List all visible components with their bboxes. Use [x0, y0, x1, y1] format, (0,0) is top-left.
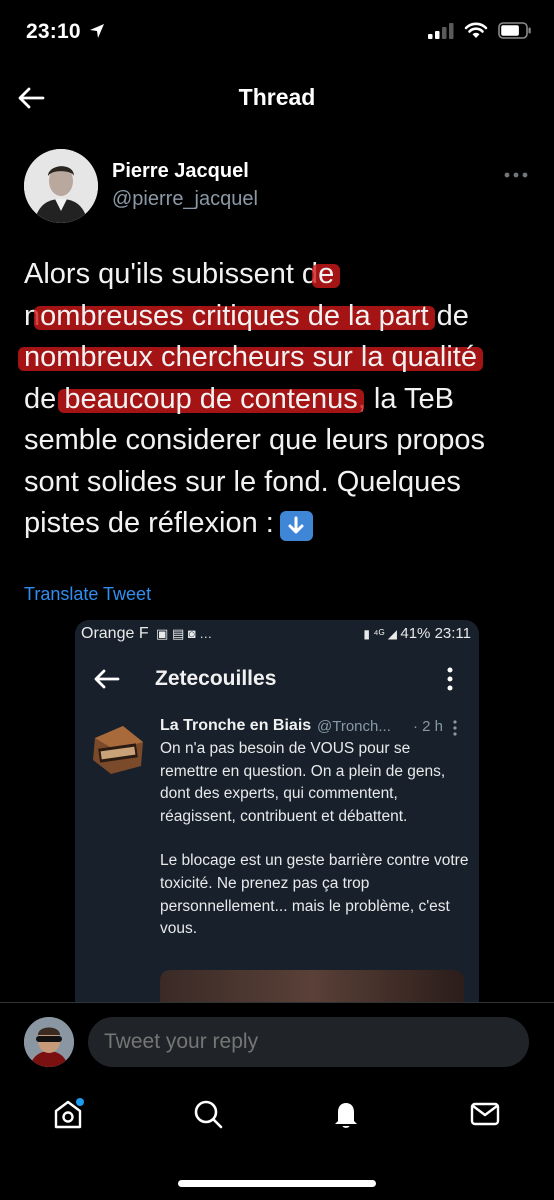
user-avatar[interactable]: [24, 1017, 74, 1067]
translate-tweet-link[interactable]: Translate Tweet: [24, 584, 151, 605]
wifi-icon: [464, 22, 488, 38]
search-icon: [194, 1100, 223, 1129]
tweet-line: pistes de réflexion :: [24, 503, 534, 545]
status-time: 23:10: [26, 20, 105, 44]
embed-title: Zetecouilles: [155, 667, 277, 690]
reply-bar: [0, 1002, 554, 1081]
tweet-line-text: semble considerer que leurs propos: [24, 424, 486, 456]
embed-author-handle: @Tronch...: [317, 718, 391, 735]
embed-status-right: ▮ ⁴ᴳ ◢ 41% 23:11: [363, 625, 471, 642]
reply-input[interactable]: [88, 1017, 529, 1067]
highlighted-text: beaucoup de contenus: [58, 382, 364, 415]
highlighted-text-content: beaucoup de contenus: [64, 382, 358, 415]
status-time-text: 23:10: [26, 20, 81, 43]
tweet-line-text: Alors qu'ils subissent d: [24, 258, 319, 290]
tweet-line-text: sont solides sur le fond. Quelques: [24, 465, 461, 498]
home-icon: [54, 1098, 84, 1129]
tab-search[interactable]: [188, 1094, 228, 1134]
tweet-line: semble considerer que leurs propos: [24, 420, 534, 462]
embed-paragraph-1: On n'a pas besoin de VOUS pour se remett…: [160, 740, 446, 825]
tweet-line-text: , la TeB: [357, 382, 455, 415]
author-avatar[interactable]: [24, 149, 98, 223]
highlighted-text-content: ombreuses critiques de la part: [40, 299, 429, 332]
tweet-line: n ombreuses critiques de la part de: [24, 296, 534, 338]
embed-carrier-text: Orange F: [81, 625, 149, 642]
embed-signal-icon: ▮ ⁴ᴳ ◢: [363, 627, 401, 641]
notifications-icon: [335, 1103, 357, 1128]
author-handle[interactable]: @pierre_jacquel: [112, 188, 258, 211]
highlighted-text: ombreuses critiques de la part: [34, 299, 435, 332]
embed-notification-icons: ▣ ▤ ◙ …: [156, 626, 213, 641]
bottom-tab-bar: [0, 1082, 554, 1152]
tweet-line-text: pistes de réflexion :: [24, 507, 274, 539]
page-title: Thread: [238, 84, 316, 110]
tab-notifications[interactable]: [326, 1094, 366, 1134]
tweet-line: nombreux chercheurs sur la qualité: [18, 337, 534, 379]
tweet-line-text: de: [428, 299, 469, 332]
tab-home[interactable]: [48, 1094, 88, 1134]
embed-tweet-time: · 2 h: [413, 718, 444, 735]
location-arrow-icon: [89, 24, 104, 38]
tab-messages[interactable]: [465, 1094, 505, 1134]
messages-icon: [470, 1102, 500, 1126]
embed-more-icon: [453, 720, 457, 736]
embed-back-arrow-icon: [94, 669, 120, 689]
embed-status-bar: Orange F ▣ ▤ ◙ … ▮ ⁴ᴳ ◢ 41% 23:11: [81, 625, 471, 647]
more-dots-icon: [504, 172, 528, 178]
highlighted-text-content: e: [318, 258, 335, 290]
embed-kebab-icon: [447, 667, 453, 691]
embed-author-logo-icon: [93, 726, 143, 774]
embed-paragraph-2: Le blocage est un geste barrière contre …: [160, 852, 469, 938]
embed-status-left: Orange F ▣ ▤ ◙ …: [81, 625, 212, 643]
tweet-line: de beaucoup de contenus, la TeB: [24, 379, 534, 421]
battery-icon: [498, 22, 531, 39]
author-name[interactable]: Pierre Jacquel: [112, 160, 249, 183]
home-indicator: [178, 1180, 376, 1187]
tweet-media-screenshot[interactable]: Orange F ▣ ▤ ◙ … ▮ ⁴ᴳ ◢ 41% 23:11 Zeteco…: [75, 620, 479, 1020]
embed-author-name: La Tronche en Biais: [160, 717, 312, 734]
tweet-line: Alors qu'ils subissent de: [24, 254, 534, 296]
embed-tweet-body: On n'a pas besoin de VOUS pour se remett…: [160, 738, 470, 963]
tweet-text: Alors qu'ils subissent d e n ombreuses crit…: [18, 254, 534, 545]
down-arrow-emoji: [279, 511, 313, 541]
user-photo-icon: [24, 1017, 74, 1067]
highlighted-text: nombreux chercheurs sur la qualité: [18, 341, 483, 373]
cellular-signal-icon: [428, 22, 454, 39]
highlighted-text: e: [312, 258, 341, 290]
tweet-line: sont solides sur le fond. Quelques: [24, 462, 534, 504]
embed-status-right-text: 41% 23:11: [400, 625, 471, 642]
status-icons: [428, 22, 532, 39]
person-photo-icon: [24, 149, 98, 223]
highlighted-text-content: nombreux chercheurs sur la qualité: [24, 341, 477, 373]
more-options-button[interactable]: [504, 168, 528, 180]
